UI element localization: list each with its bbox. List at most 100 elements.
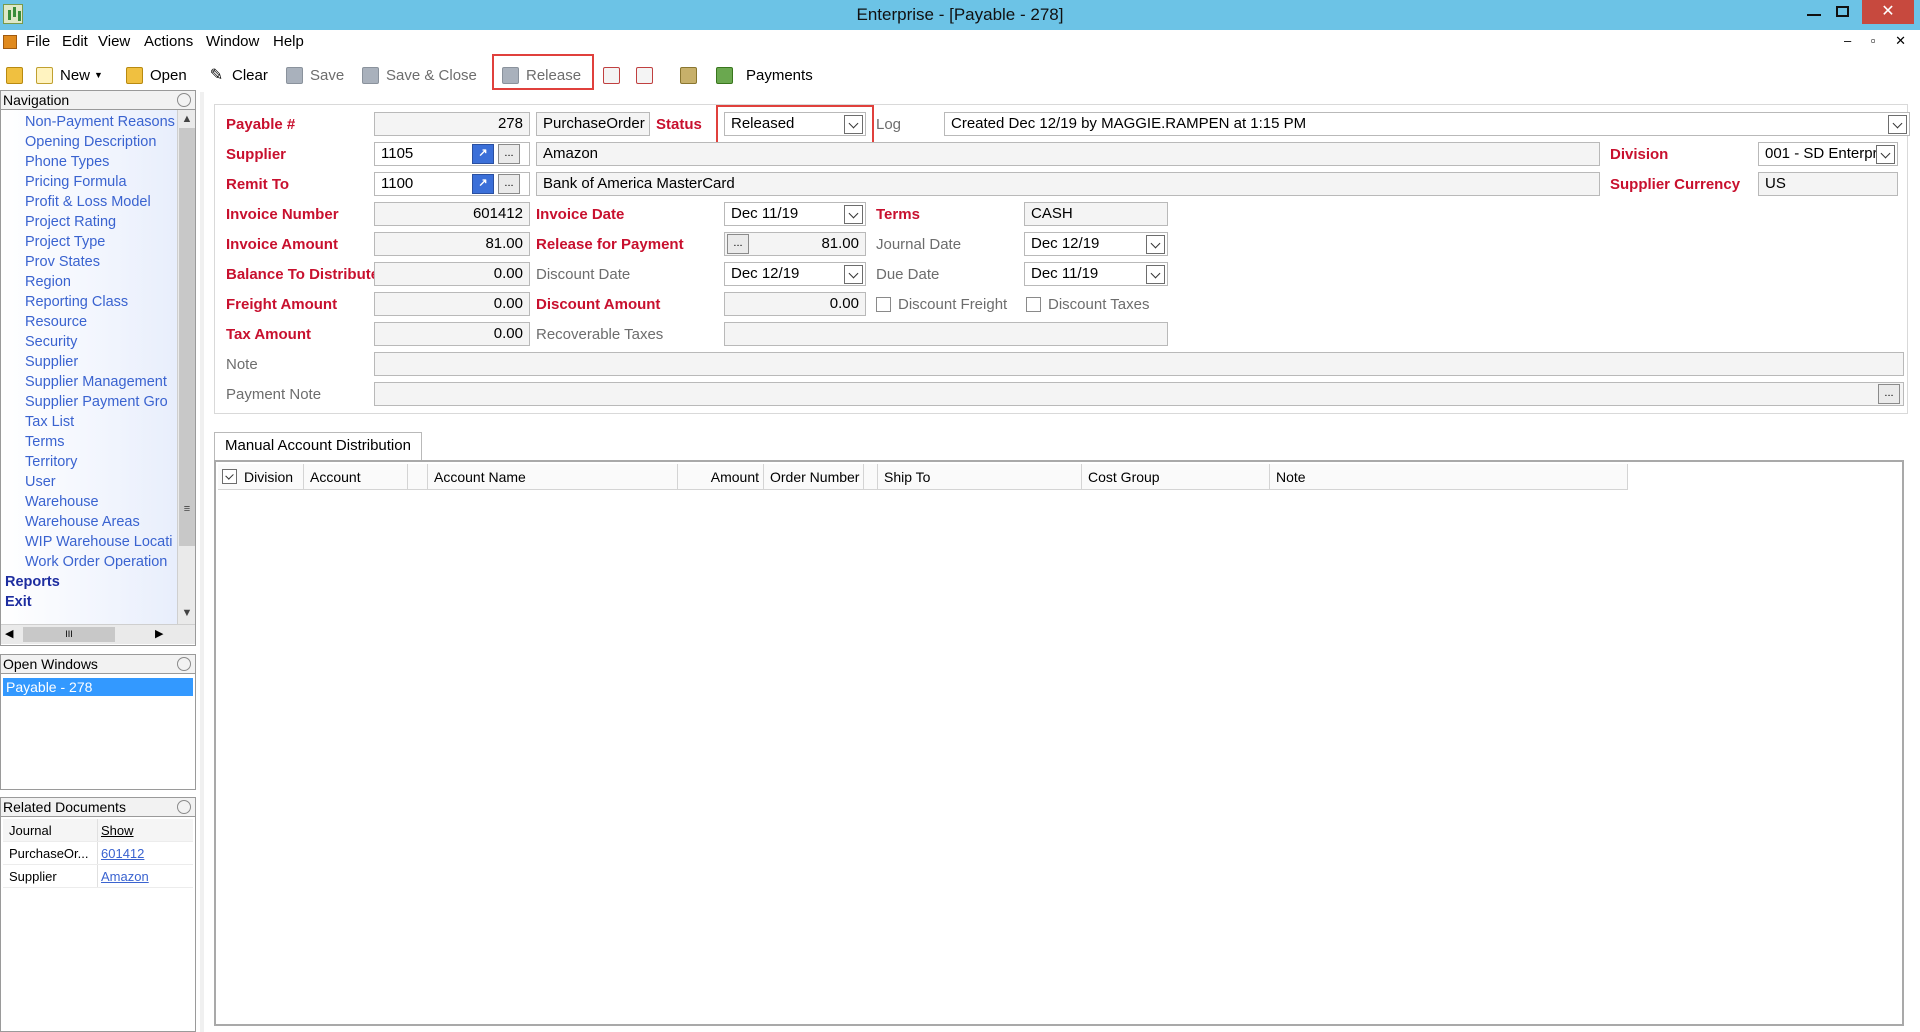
col-show[interactable]: Show: [101, 823, 134, 838]
pin-icon[interactable]: [177, 93, 191, 107]
invoice-date-field[interactable]: Dec 11/19: [724, 202, 866, 226]
nav-item[interactable]: Terms: [25, 434, 64, 450]
navigation-horizontal-scrollbar[interactable]: ◀ III ▶: [1, 624, 195, 644]
nav-item[interactable]: Supplier: [25, 354, 78, 370]
maximize-button[interactable]: [1820, 0, 1864, 24]
nav-item[interactable]: Opening Description: [25, 134, 156, 150]
save-close-button[interactable]: Save & Close: [362, 63, 477, 87]
release-payment-browse-button[interactable]: ...: [727, 234, 749, 254]
chevron-down-icon[interactable]: [844, 265, 863, 284]
checklist-button[interactable]: [603, 63, 627, 87]
menu-window[interactable]: Window: [206, 33, 259, 50]
select-all-checkbox[interactable]: [222, 469, 237, 484]
chevron-down-icon[interactable]: ▼: [94, 70, 103, 80]
nav-item[interactable]: Warehouse: [25, 494, 99, 510]
col-division[interactable]: Division: [218, 464, 304, 490]
nav-item[interactable]: Work Order Operation: [25, 554, 167, 570]
source-type-button[interactable]: PurchaseOrder: [536, 112, 650, 136]
mdi-window-controls[interactable]: – ▫ ✕: [1844, 33, 1914, 49]
nav-item[interactable]: Supplier Management: [25, 374, 167, 390]
nav-item[interactable]: Reporting Class: [25, 294, 128, 310]
related-link[interactable]: 601412: [101, 846, 144, 861]
supplier-browse-button[interactable]: ...: [498, 144, 520, 164]
recoverable-taxes-field[interactable]: [724, 322, 1168, 346]
nav-item[interactable]: Profit & Loss Model: [25, 194, 151, 210]
document-icon[interactable]: [3, 35, 17, 49]
col-ship-to[interactable]: Ship To: [878, 464, 1082, 490]
clear-button[interactable]: ✎ Clear: [208, 63, 268, 87]
open-button[interactable]: Open: [126, 63, 187, 87]
chevron-down-icon[interactable]: [1146, 265, 1165, 284]
nav-item[interactable]: Resource: [25, 314, 87, 330]
nav-item[interactable]: Project Rating: [25, 214, 116, 230]
scroll-up-icon[interactable]: ▲: [178, 110, 196, 128]
nav-item[interactable]: Supplier Payment Gro: [25, 394, 168, 410]
payments-button[interactable]: Payments: [716, 63, 813, 87]
menu-edit[interactable]: Edit: [62, 33, 88, 50]
note-field[interactable]: [374, 352, 1904, 376]
due-date-field[interactable]: Dec 11/19: [1024, 262, 1168, 286]
chevron-down-icon[interactable]: [1146, 235, 1165, 254]
freight-field[interactable]: 0.00: [374, 292, 530, 316]
supplier-lookup-icon[interactable]: ↗: [472, 144, 494, 164]
invoice-number-field[interactable]: 601412: [374, 202, 530, 226]
nav-item[interactable]: User: [25, 474, 56, 490]
log-select[interactable]: Created Dec 12/19 by MAGGIE.RAMPEN at 1:…: [944, 112, 1910, 136]
chevron-down-icon[interactable]: [1876, 145, 1895, 164]
remit-lookup-icon[interactable]: ↗: [472, 174, 494, 194]
nav-item[interactable]: Phone Types: [25, 154, 109, 170]
division-select[interactable]: 001 - SD Enterpr: [1758, 142, 1898, 166]
hscroll-thumb[interactable]: III: [23, 627, 115, 642]
journal-date-field[interactable]: Dec 12/19: [1024, 232, 1168, 256]
col-account-name[interactable]: Account Name: [428, 464, 678, 490]
nav-item[interactable]: Prov States: [25, 254, 100, 270]
nav-exit[interactable]: Exit: [5, 594, 32, 610]
discount-amount-field[interactable]: 0.00: [724, 292, 866, 316]
payment-note-field[interactable]: [374, 382, 1904, 406]
panel-splitter[interactable]: [200, 92, 204, 1032]
tab-manual-account-distribution[interactable]: Manual Account Distribution: [214, 432, 422, 460]
pin-icon[interactable]: [177, 657, 191, 671]
scroll-left-icon[interactable]: ◀: [5, 627, 13, 640]
attachment-button[interactable]: [680, 63, 704, 87]
discount-freight-checkbox[interactable]: [876, 297, 891, 312]
chevron-down-icon[interactable]: [1888, 115, 1907, 134]
col-note[interactable]: Note: [1270, 464, 1628, 490]
payment-note-browse-button[interactable]: ...: [1878, 384, 1900, 404]
save-button[interactable]: Save: [286, 63, 344, 87]
discount-taxes-checkbox[interactable]: [1026, 297, 1041, 312]
nav-item[interactable]: Project Type: [25, 234, 105, 250]
menu-actions[interactable]: Actions: [144, 33, 193, 50]
nav-item[interactable]: WIP Warehouse Locati: [25, 534, 173, 550]
col-amount[interactable]: Amount: [678, 464, 764, 490]
nav-item[interactable]: Security: [25, 334, 77, 350]
nav-item[interactable]: Region: [25, 274, 71, 290]
remit-browse-button[interactable]: ...: [498, 174, 520, 194]
chevron-down-icon[interactable]: [844, 205, 863, 224]
nav-item[interactable]: Pricing Formula: [25, 174, 127, 190]
scroll-down-icon[interactable]: ▼: [178, 604, 196, 622]
invoice-amount-field[interactable]: 81.00: [374, 232, 530, 256]
nav-item[interactable]: Warehouse Areas: [25, 514, 140, 530]
close-button[interactable]: ✕: [1862, 0, 1914, 24]
new-button[interactable]: New ▼: [36, 63, 103, 87]
nav-item[interactable]: Non-Payment Reasons: [25, 114, 175, 130]
col-cost-group[interactable]: Cost Group: [1082, 464, 1270, 490]
navigation-vertical-scrollbar[interactable]: ▲ ≡ ▼: [177, 110, 195, 624]
col-account[interactable]: Account: [304, 464, 408, 490]
payable-number-field[interactable]: 278: [374, 112, 530, 136]
menu-help[interactable]: Help: [273, 33, 304, 50]
new-folder-button[interactable]: [6, 63, 30, 87]
scroll-thumb[interactable]: [179, 128, 195, 546]
scroll-right-icon[interactable]: ▶: [155, 627, 163, 640]
discount-date-field[interactable]: Dec 12/19: [724, 262, 866, 286]
nav-item[interactable]: Territory: [25, 454, 77, 470]
approve-button[interactable]: [636, 63, 660, 87]
nav-reports[interactable]: Reports: [5, 574, 60, 590]
open-window-item[interactable]: Payable - 278: [3, 678, 193, 696]
menu-view[interactable]: View: [98, 33, 130, 50]
pin-icon[interactable]: [177, 800, 191, 814]
col-order-number[interactable]: Order Number: [764, 464, 864, 490]
related-link[interactable]: Amazon: [101, 869, 149, 884]
menu-file[interactable]: File: [26, 33, 50, 50]
